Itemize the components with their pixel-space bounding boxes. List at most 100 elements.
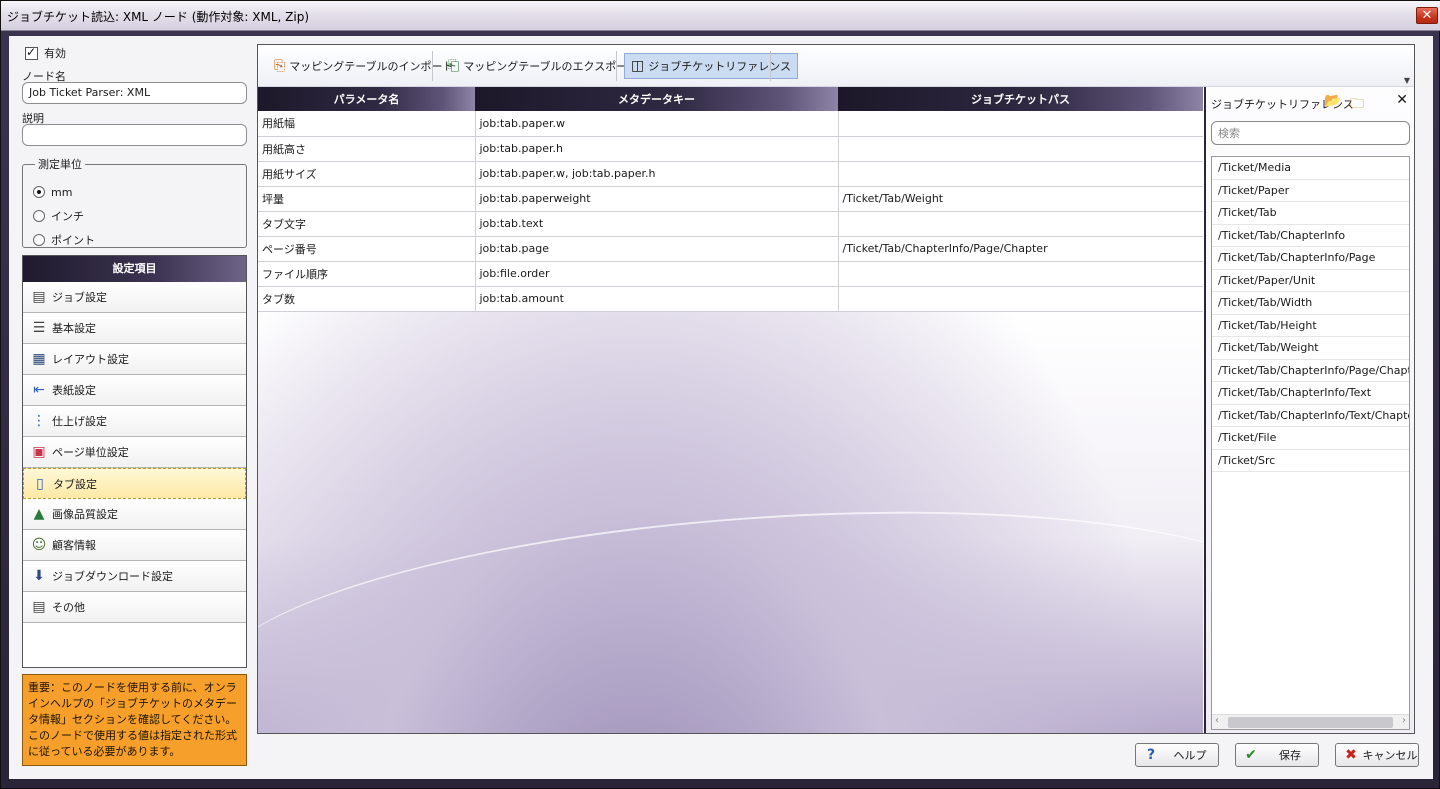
table-row[interactable]: ファイル順序 job:file.order [258,261,1203,287]
list-item[interactable]: /Ticket/Tab [1212,202,1409,225]
folder-delete-icon[interactable]: 🗀 [1350,93,1364,117]
radio-point[interactable] [33,234,45,246]
list-item[interactable]: /Ticket/Paper [1212,180,1409,202]
finishing-icon: ⋮ [32,413,46,429]
unit-option-point[interactable]: ポイント [33,228,236,252]
metadata-key-cell[interactable]: job:tab.paperweight [475,186,839,212]
cancel-icon: ✖ [1345,747,1357,763]
unit-option-inch[interactable]: インチ [33,204,236,228]
settings-item-label: 表紙設定 [52,384,96,397]
param-cell[interactable]: ファイル順序 [258,261,476,287]
scrollbar-thumb[interactable] [1228,717,1393,728]
settings-item-label: レイアウト設定 [52,353,129,366]
toolbar-separator [616,51,617,81]
param-cell[interactable]: 用紙サイズ [258,161,476,187]
metadata-key-cell[interactable]: job:tab.paper.w [475,111,839,137]
ticket-path-cell[interactable]: /Ticket/Tab/Weight [838,186,1203,212]
radio-mm[interactable] [33,186,45,198]
settings-item-other[interactable]: ▤ その他 [23,592,246,623]
scroll-left-icon[interactable]: ‹ [1215,715,1219,726]
import-mapping-button[interactable]: ⎘ マッピングテーブルのインポート [268,53,460,79]
list-item[interactable]: /Ticket/Paper/Unit [1212,270,1409,292]
param-cell[interactable]: ページ番号 [258,236,476,262]
column-header[interactable]: メタデータキー [475,87,838,111]
close-icon[interactable]: ✕ [1396,92,1408,108]
toolbar-separator [432,51,433,81]
close-icon[interactable]: ✕ [1416,7,1438,24]
enabled-checkbox[interactable] [25,45,38,60]
settings-item-customer[interactable]: ☺ 顧客情報 [23,530,246,561]
table-header-row: パラメータ名 メタデータキー ジョブチケットパス [258,87,1203,111]
reference-list: /Ticket/Media /Ticket/Paper /Ticket/Tab … [1211,156,1410,730]
horizontal-scrollbar[interactable]: ‹ › [1212,714,1409,729]
table-row[interactable]: 用紙幅 job:tab.paper.w [258,111,1203,137]
scroll-right-icon[interactable]: › [1402,715,1406,726]
table-row[interactable]: 坪量 job:tab.paperweight /Ticket/Tab/Weigh… [258,186,1203,212]
list-item[interactable]: /Ticket/Tab/ChapterInfo/Text/Chapter [1212,405,1409,427]
list-item[interactable]: /Ticket/Tab/ChapterInfo/Page [1212,247,1409,270]
param-cell[interactable]: 用紙高さ [258,136,476,162]
ticket-path-cell[interactable] [838,286,1203,312]
list-item[interactable]: /Ticket/Tab/Height [1212,315,1409,337]
param-cell[interactable]: タブ文字 [258,211,476,237]
list-item[interactable]: /Ticket/Media [1212,157,1409,180]
settings-list: 設定項目 ▤ ジョブ設定 ☰ 基本設定 ▦ レイアウト設定 ⇤ 表紙設定 ⋮ 仕… [22,255,247,668]
list-item[interactable]: /Ticket/Tab/Weight [1212,337,1409,360]
ticket-path-cell[interactable] [838,261,1203,287]
ticket-path-cell[interactable] [838,111,1203,137]
list-item[interactable]: /Ticket/Tab/ChapterInfo [1212,225,1409,247]
settings-item-label: ジョブダウンロード設定 [52,570,173,583]
window-title: ジョブチケット読込: XML ノード (動作対象: XML, Zip) [7,10,310,24]
metadata-key-cell[interactable]: job:tab.paper.h [475,136,839,162]
cancel-button[interactable]: ✖ キャンセル [1335,743,1419,767]
units-legend: 測定単位 [38,158,82,171]
help-button[interactable]: ? ヘルプ [1135,743,1219,767]
settings-item-download[interactable]: ⬇ ジョブダウンロード設定 [23,561,246,592]
reference-search-input[interactable]: 検索 [1211,121,1410,145]
metadata-key-cell[interactable]: job:tab.text [475,211,839,237]
ticket-path-cell[interactable] [838,211,1203,237]
enabled-row[interactable]: 有効 [25,45,66,61]
table-row[interactable]: ページ番号 job:tab.page /Ticket/Tab/ChapterIn… [258,236,1203,262]
open-folder-icon[interactable]: 📂 [1324,93,1341,109]
save-button[interactable]: ✔ 保存 [1235,743,1319,767]
column-header[interactable]: パラメータ名 [258,87,475,111]
export-mapping-button[interactable]: ⎗ マッピングテーブルのエクスポート [442,53,644,79]
metadata-key-cell[interactable]: job:file.order [475,261,839,287]
list-item[interactable]: /Ticket/Src [1212,450,1409,472]
param-cell[interactable]: 用紙幅 [258,111,476,137]
metadata-key-cell[interactable]: job:tab.page [475,236,839,262]
settings-item-layout[interactable]: ▦ レイアウト設定 [23,344,246,375]
settings-item-job[interactable]: ▤ ジョブ設定 [23,282,246,313]
list-item[interactable]: /Ticket/Tab/Width [1212,292,1409,315]
node-name-input[interactable]: Job Ticket Parser: XML [22,82,247,104]
param-cell[interactable]: 坪量 [258,186,476,212]
list-item[interactable]: /Ticket/Tab/ChapterInfo/Page/Chapter [1212,360,1409,382]
list-item[interactable]: /Ticket/File [1212,427,1409,450]
column-header[interactable]: ジョブチケットパス [838,87,1203,111]
metadata-key-cell[interactable]: job:tab.paper.w, job:tab.paper.h [475,161,839,187]
settings-item-tab[interactable]: ▯ タブ設定 [23,468,246,499]
settings-item-image-quality[interactable]: ▲ 画像品質設定 [23,499,246,530]
ticket-path-cell[interactable] [838,161,1203,187]
ticket-reference-toggle[interactable]: ◫ ジョブチケットリファレンス [624,53,799,79]
settings-item-finishing[interactable]: ⋮ 仕上げ設定 [23,406,246,437]
table-row[interactable]: タブ文字 job:tab.text [258,211,1203,237]
settings-item-cover[interactable]: ⇤ 表紙設定 [23,375,246,406]
metadata-key-cell[interactable]: job:tab.amount [475,286,839,312]
unit-option-mm[interactable]: mm [33,180,236,204]
settings-item-pages[interactable]: ▣ ページ単位設定 [23,437,246,468]
description-input[interactable] [22,124,247,146]
ticket-path-cell[interactable]: /Ticket/Tab/ChapterInfo/Page/Chapter [838,236,1203,262]
param-cell[interactable]: タブ数 [258,286,476,312]
toolbar-overflow-icon[interactable]: ▼ [1404,76,1410,85]
ticket-path-cell[interactable] [838,136,1203,162]
list-item[interactable]: /Ticket/Tab/ChapterInfo/Text [1212,382,1409,405]
settings-item-basic[interactable]: ☰ 基本設定 [23,313,246,344]
table-row[interactable]: 用紙高さ job:tab.paper.h [258,136,1203,162]
radio-inch[interactable] [33,210,45,222]
table-row[interactable]: タブ数 job:tab.amount [258,286,1203,312]
tab-icon: ▯ [36,475,44,492]
table-row[interactable]: 用紙サイズ job:tab.paper.w, job:tab.paper.h [258,161,1203,187]
settings-item-label: 仕上げ設定 [52,415,107,428]
